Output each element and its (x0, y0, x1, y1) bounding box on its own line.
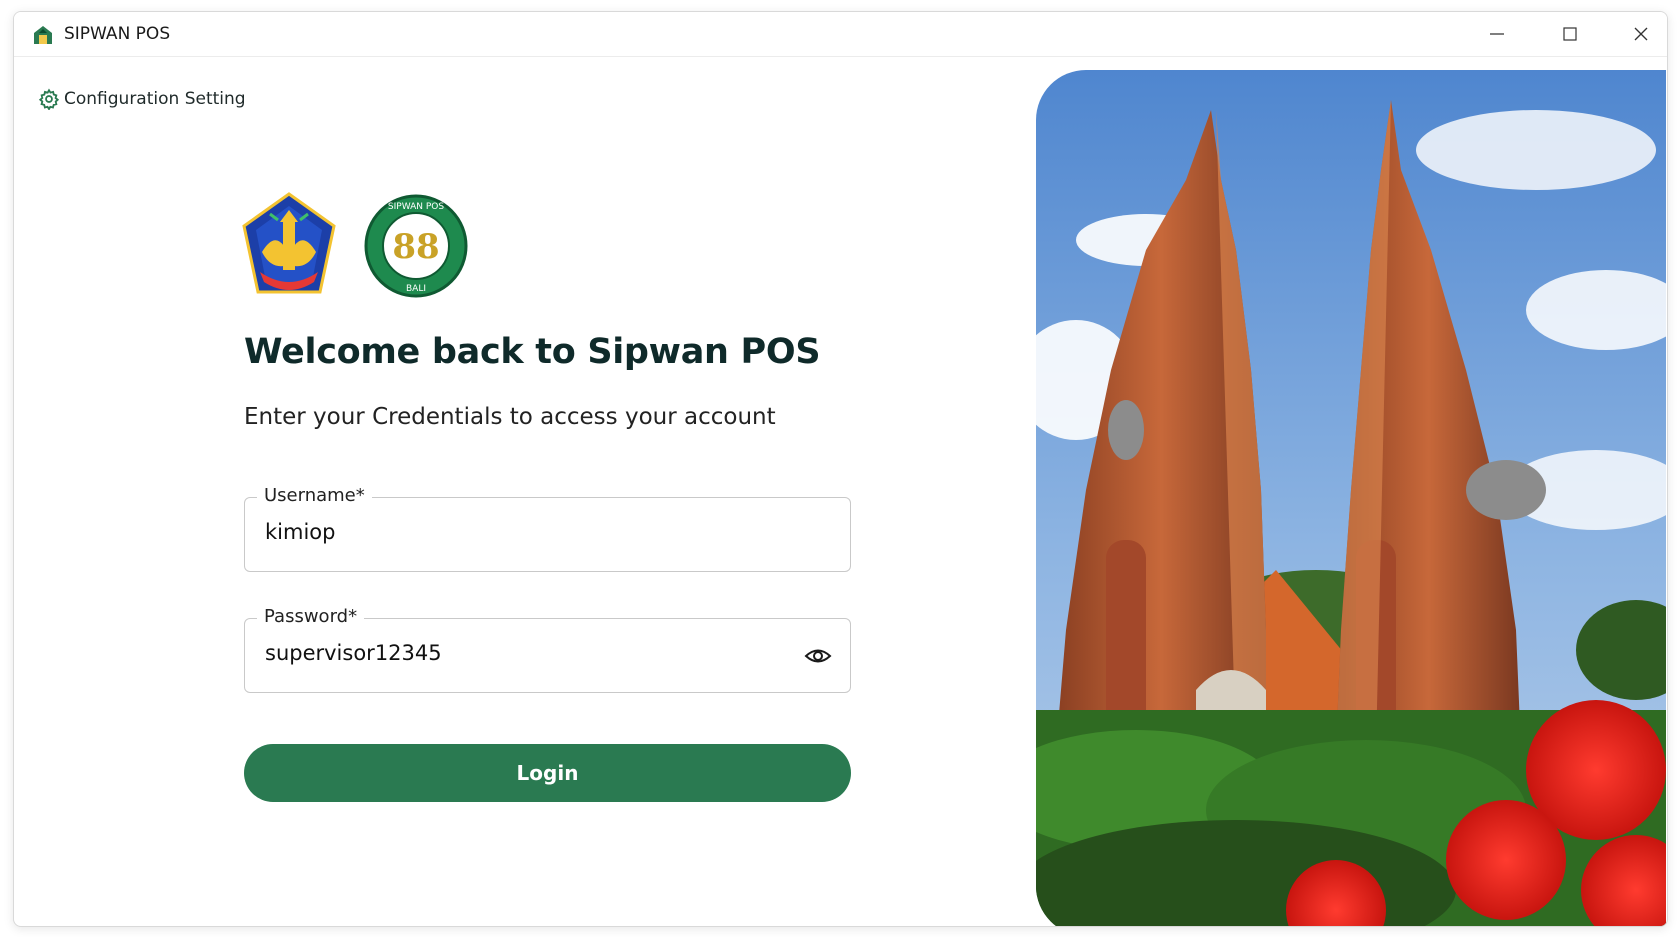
configuration-setting-label: Configuration Setting (64, 89, 246, 109)
app-icon (34, 26, 52, 44)
seal-bottom-text: BALI (406, 284, 426, 294)
window-title: SIPWAN POS (64, 24, 171, 44)
username-label: Username* (257, 485, 372, 506)
password-field[interactable]: Password* supervisor12345 (244, 606, 851, 693)
close-button[interactable] (1624, 21, 1658, 47)
maximize-icon (1563, 27, 1577, 41)
sipwan-pos-seal-logo: 88 SIPWAN POS BALI (364, 194, 468, 298)
password-label: Password* (257, 606, 365, 627)
username-field[interactable]: Username* kimiop (244, 485, 851, 572)
temple-gate-photo (1036, 70, 1666, 926)
configuration-setting-link[interactable]: Configuration Setting (38, 88, 246, 110)
title-bar: SIPWAN POS (14, 12, 1667, 57)
maximize-button[interactable] (1553, 21, 1587, 47)
username-input[interactable]: kimiop (265, 520, 335, 544)
welcome-heading: Welcome back to Sipwan POS (244, 332, 821, 372)
gear-icon (38, 88, 60, 110)
welcome-subheading: Enter your Credentials to access your ac… (244, 404, 776, 430)
eye-icon[interactable] (804, 643, 832, 669)
app-window: SIPWAN POS Configuration Setting 88 SIPW… (13, 11, 1668, 927)
login-button[interactable]: Login (244, 744, 851, 802)
minimize-icon (1490, 33, 1504, 35)
close-icon (1634, 27, 1648, 41)
province-emblem-logo (242, 192, 336, 294)
password-input[interactable]: supervisor12345 (265, 641, 442, 665)
seal-top-text: SIPWAN POS (388, 202, 444, 212)
minimize-button[interactable] (1480, 21, 1514, 47)
seal-center-text: 88 (392, 227, 439, 267)
